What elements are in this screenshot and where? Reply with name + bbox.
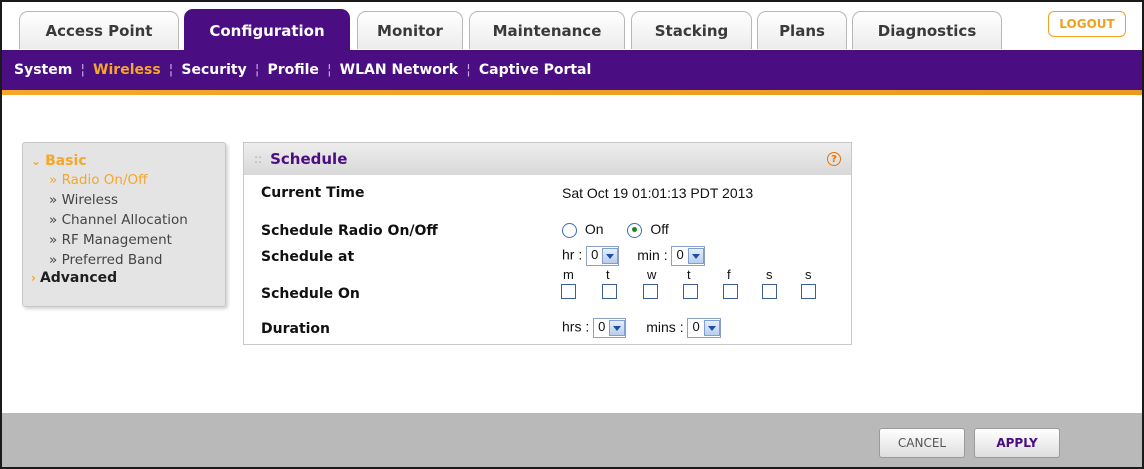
mins-select[interactable]: 0 (687, 318, 721, 338)
panel-title: Schedule (270, 150, 348, 168)
day-checkbox-mon[interactable] (561, 284, 576, 299)
bullet-icon: » (49, 192, 58, 208)
schedule-at-label: Schedule at (261, 249, 355, 265)
menu-basic[interactable]: ⌄ Basic (31, 153, 225, 169)
help-icon[interactable]: ? (827, 152, 841, 166)
hrs-select[interactable]: 0 (593, 318, 627, 338)
bullet-icon: » (49, 252, 58, 268)
day-checkbox-thu[interactable] (683, 284, 698, 299)
schedule-on-label: Schedule On (261, 286, 360, 302)
schedule-panel: :: Schedule ? Current Time Sat Oct 19 01… (243, 142, 852, 345)
subnav-separator: ¦ (326, 62, 332, 78)
tab-configuration[interactable]: Configuration (184, 9, 350, 52)
menu-advanced[interactable]: › Advanced (31, 270, 225, 286)
panel-header: :: Schedule ? (244, 143, 851, 175)
menu-item-label: Radio On/Off (61, 172, 148, 188)
subnav-system[interactable]: System (14, 62, 72, 78)
day-checkbox-tue[interactable] (602, 284, 617, 299)
bullet-icon: » (49, 212, 58, 228)
min-value: 0 (676, 247, 684, 262)
menu-advanced-label: Advanced (39, 270, 118, 286)
chevron-right-icon: › (31, 271, 36, 285)
subnav-wlan-network[interactable]: WLAN Network (340, 62, 458, 78)
day-label: s (766, 267, 773, 282)
tab-maintenance[interactable]: Maintenance (469, 11, 625, 49)
footer-bar: CANCEL APPLY (2, 413, 1142, 467)
tab-stacking[interactable]: Stacking (631, 11, 752, 49)
day-label: t (687, 267, 691, 282)
min-select[interactable]: 0 (671, 246, 705, 266)
hr-value: 0 (591, 247, 599, 262)
menu-item-preferred-band[interactable]: » Preferred Band (49, 249, 225, 272)
radio-on[interactable] (562, 222, 577, 238)
radio-off-label: Off (650, 221, 669, 237)
day-checkbox-wed[interactable] (643, 284, 658, 299)
bullet-icon: » (49, 172, 58, 188)
day-label: t (606, 267, 610, 282)
subnav-captive-portal[interactable]: Captive Portal (479, 62, 591, 78)
logout-button[interactable]: LOGOUT (1048, 11, 1126, 37)
cancel-button[interactable]: CANCEL (879, 428, 965, 458)
day-checkbox-sun[interactable] (801, 284, 816, 299)
tab-diagnostics[interactable]: Diagnostics (852, 11, 1002, 49)
hr-label: hr : (562, 246, 583, 263)
subnav-security[interactable]: Security (181, 62, 246, 78)
bullet-icon: » (49, 232, 58, 248)
app-frame: Access Point Configuration Monitor Maint… (0, 0, 1144, 469)
tab-monitor[interactable]: Monitor (357, 11, 463, 49)
subnav-separator: ¦ (168, 62, 174, 78)
tab-plans[interactable]: Plans (757, 11, 847, 49)
mins-value: 0 (692, 319, 700, 334)
main-tab-bar: Access Point Configuration Monitor Maint… (2, 2, 1142, 52)
subnav-separator: ¦ (466, 62, 471, 78)
duration-controls: hrs : 0 mins : 0 (562, 318, 721, 338)
day-label: s (805, 267, 812, 282)
schedule-at-controls: hr : 0 min : 0 (562, 246, 705, 266)
accent-stripe (2, 90, 1142, 95)
radio-on-label: On (584, 221, 604, 237)
chevron-down-icon (602, 248, 619, 264)
apply-button[interactable]: APPLY (974, 428, 1060, 458)
radio-group: On Off (562, 221, 669, 238)
day-checkbox-fri[interactable] (723, 284, 738, 299)
subnav-separator: ¦ (254, 62, 260, 78)
chevron-down-icon (703, 320, 720, 336)
hrs-label: hrs : (562, 318, 590, 335)
current-time-value: Sat Oct 19 01:01:13 PDT 2013 (562, 185, 754, 201)
mins-label: mins : (646, 318, 684, 335)
chevron-down-icon (609, 320, 626, 336)
subnav-separator: ¦ (80, 62, 86, 78)
day-label: w (647, 267, 657, 282)
day-checkbox-sat[interactable] (762, 284, 777, 299)
menu-item-label: Channel Allocation (61, 212, 188, 228)
day-label: m (563, 267, 574, 282)
chevron-down-icon (687, 248, 704, 264)
radio-off[interactable] (627, 222, 643, 238)
sub-nav: System ¦ Wireless ¦ Security ¦ Profile ¦… (2, 50, 1142, 90)
tab-access-point[interactable]: Access Point (19, 11, 179, 49)
chevron-down-icon: ⌄ (31, 154, 42, 168)
menu-basic-label: Basic (45, 153, 87, 169)
menu-item-label: Preferred Band (61, 252, 163, 268)
menu-item-label: RF Management (61, 232, 172, 248)
min-label: min : (637, 246, 668, 263)
drag-handle-icon: :: (254, 152, 263, 166)
duration-label: Duration (261, 321, 331, 337)
day-label: f (727, 267, 731, 282)
left-menu: ⌄ Basic » Radio On/Off » Wireless » Chan… (22, 142, 226, 307)
menu-item-label: Wireless (61, 192, 119, 208)
hrs-value: 0 (598, 319, 606, 334)
current-time-label: Current Time (261, 185, 365, 201)
hr-select[interactable]: 0 (586, 246, 620, 266)
schedule-radio-label: Schedule Radio On/Off (261, 223, 438, 239)
subnav-wireless[interactable]: Wireless (93, 62, 161, 78)
subnav-profile[interactable]: Profile (267, 62, 318, 78)
